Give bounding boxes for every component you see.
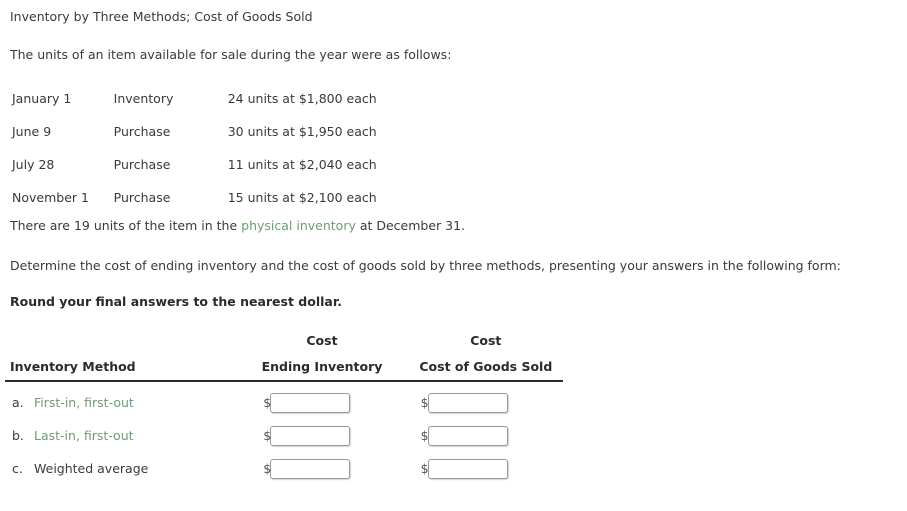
- column-header-cost-of-goods-sold: Cost Cost of Goods Sold: [409, 328, 563, 381]
- cogs-cell-weighted-average: $: [409, 452, 563, 485]
- currency-symbol: $: [420, 395, 429, 410]
- ending-inventory-cell-fifo: $: [235, 381, 408, 419]
- purchase-units: 15 units at $2,100 each: [227, 190, 377, 205]
- header-cogs-label: Cost of Goods Sold: [419, 359, 553, 374]
- money-group: $: [263, 392, 351, 413]
- purchase-date: January 1: [12, 91, 72, 106]
- answer-table-header-row: Inventory Method Cost Ending Inventory C…: [5, 328, 563, 381]
- physical-inventory-glossary-link[interactable]: physical inventory: [241, 218, 356, 233]
- sentence-suffix: at December 31.: [355, 218, 466, 233]
- answer-table: Inventory Method Cost Ending Inventory C…: [5, 328, 563, 485]
- lead-paragraph: The units of an item available for sale …: [10, 47, 452, 62]
- purchase-units: 24 units at $1,800 each: [227, 91, 377, 106]
- currency-symbol: $: [420, 461, 429, 476]
- physical-inventory-sentence: There are 19 units of the item in the ph…: [10, 218, 465, 233]
- header-cost-label-cogs: Cost: [470, 333, 502, 348]
- ending-inventory-cell-lifo: $: [235, 419, 408, 452]
- weighted-average-ending-inventory-input[interactable]: [270, 458, 351, 479]
- money-group: $: [420, 425, 508, 446]
- currency-symbol: $: [420, 428, 429, 443]
- lifo-ending-inventory-input[interactable]: [270, 425, 351, 446]
- purchase-type: Purchase: [113, 190, 171, 205]
- header-ending-inventory-label: Ending Inventory: [261, 359, 383, 374]
- rounding-note: Round your final answers to the nearest …: [10, 294, 342, 309]
- header-method-label: Inventory Method: [10, 359, 136, 374]
- row-letter: c.: [12, 461, 23, 476]
- method-cell-weighted-average: c. Weighted average: [5, 452, 235, 485]
- purchase-type: Inventory: [113, 91, 174, 106]
- purchase-type: Purchase: [113, 157, 171, 172]
- column-header-inventory-method: Inventory Method: [5, 328, 235, 381]
- method-cell-fifo: a. First-in, first-out: [5, 381, 235, 419]
- lifo-cogs-input[interactable]: [427, 425, 508, 446]
- lifo-glossary-link[interactable]: Last-in, first-out: [34, 428, 134, 443]
- money-group: $: [420, 458, 508, 479]
- table-row: c. Weighted average $ $: [5, 452, 563, 485]
- weighted-average-cogs-input[interactable]: [427, 458, 508, 479]
- purchase-units: 11 units at $2,040 each: [227, 157, 377, 172]
- table-row: November 1 Purchase 15 units at $2,100 e…: [0, 181, 520, 214]
- purchase-type: Purchase: [113, 124, 171, 139]
- table-row: July 28 Purchase 11 units at $2,040 each: [0, 148, 520, 181]
- table-row: January 1 Inventory 24 units at $1,800 e…: [0, 82, 520, 115]
- fifo-glossary-link[interactable]: First-in, first-out: [34, 395, 134, 410]
- fifo-ending-inventory-input[interactable]: [270, 392, 351, 413]
- table-row: June 9 Purchase 30 units at $1,950 each: [0, 115, 520, 148]
- row-letter: a.: [12, 395, 24, 410]
- fifo-cogs-input[interactable]: [427, 392, 508, 413]
- money-group: $: [263, 458, 351, 479]
- money-group: $: [420, 392, 508, 413]
- method-cell-lifo: b. Last-in, first-out: [5, 419, 235, 452]
- column-header-ending-inventory: Cost Ending Inventory: [235, 328, 408, 381]
- weighted-average-label: Weighted average: [34, 461, 149, 476]
- instructions-paragraph: Determine the cost of ending inventory a…: [10, 258, 841, 273]
- currency-symbol: $: [263, 428, 272, 443]
- currency-symbol: $: [263, 461, 272, 476]
- sentence-prefix: There are 19 units of the item in the: [10, 218, 242, 233]
- cogs-cell-fifo: $: [409, 381, 563, 419]
- ending-inventory-cell-weighted-average: $: [235, 452, 408, 485]
- purchase-date: November 1: [12, 190, 89, 205]
- table-row: b. Last-in, first-out $ $: [5, 419, 563, 452]
- table-row: a. First-in, first-out $ $: [5, 381, 563, 419]
- row-letter: b.: [12, 428, 24, 443]
- header-cost-label-ei: Cost: [306, 333, 338, 348]
- purchase-date: June 9: [12, 124, 52, 139]
- purchase-units: 30 units at $1,950 each: [227, 124, 377, 139]
- cogs-cell-lifo: $: [409, 419, 563, 452]
- money-group: $: [263, 425, 351, 446]
- purchases-table: January 1 Inventory 24 units at $1,800 e…: [0, 82, 520, 214]
- page-title: Inventory by Three Methods; Cost of Good…: [10, 9, 313, 24]
- purchase-date: July 28: [12, 157, 55, 172]
- worksheet-page: Inventory by Three Methods; Cost of Good…: [0, 0, 907, 511]
- currency-symbol: $: [263, 395, 272, 410]
